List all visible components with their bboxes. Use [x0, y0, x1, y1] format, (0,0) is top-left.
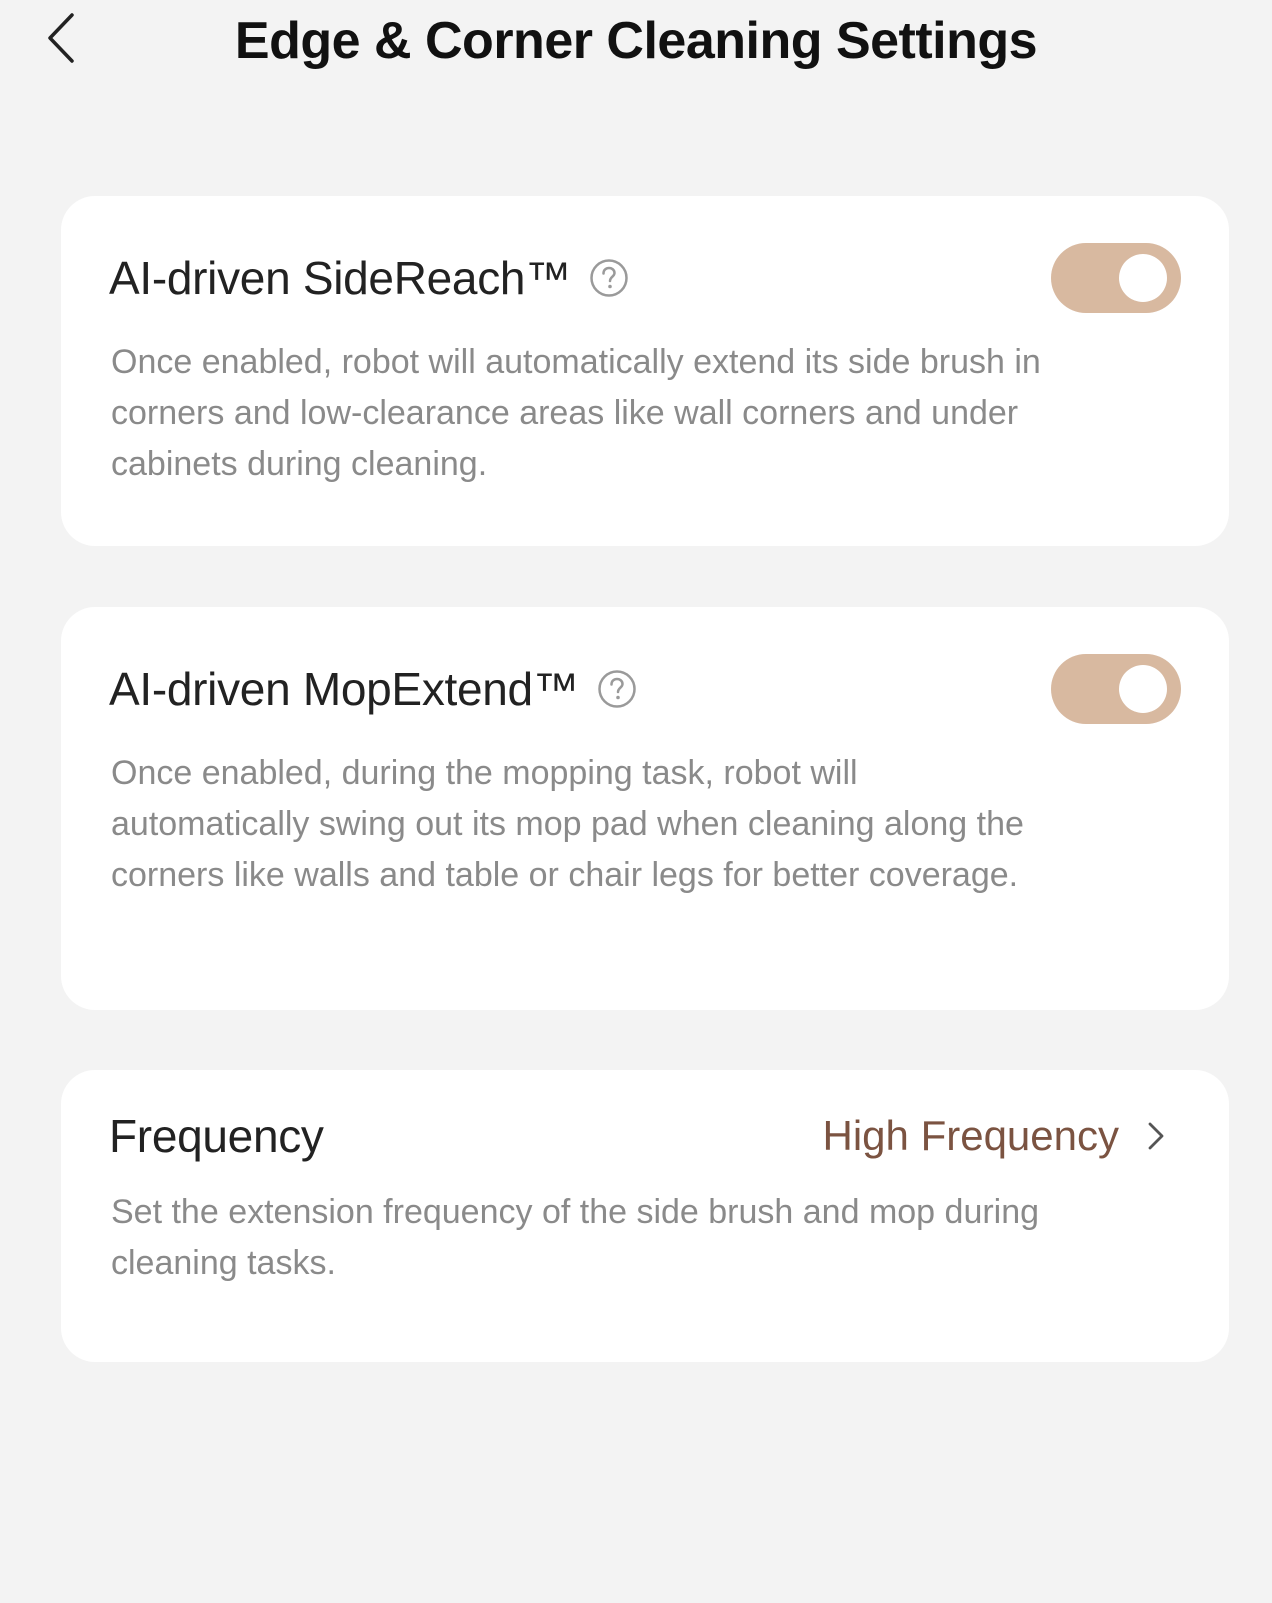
mopextend-title-row: AI-driven MopExtend™ — [109, 661, 637, 717]
help-circle-icon[interactable] — [589, 258, 629, 298]
toggle-knob — [1119, 254, 1167, 302]
sidereach-card: AI-driven SideReach™ Once enabled, robot… — [61, 196, 1229, 546]
header: Edge & Corner Cleaning Settings — [0, 0, 1272, 90]
frequency-card[interactable]: Frequency High Frequency Set the extensi… — [61, 1070, 1229, 1362]
sidereach-toggle[interactable] — [1051, 243, 1181, 313]
frequency-selector[interactable]: High Frequency — [823, 1108, 1169, 1164]
chevron-right-icon — [1147, 1121, 1169, 1151]
sidereach-title-row: AI-driven SideReach™ — [109, 250, 629, 306]
mopextend-card: AI-driven MopExtend™ Once enabled, durin… — [61, 607, 1229, 1010]
sidereach-title: AI-driven SideReach™ — [109, 252, 571, 304]
page-title: Edge & Corner Cleaning Settings — [234, 12, 1038, 70]
sidereach-description: Once enabled, robot will automatically e… — [111, 343, 1041, 483]
mopextend-toggle[interactable] — [1051, 654, 1181, 724]
frequency-value: High Frequency — [822, 1112, 1119, 1159]
mopextend-description: Once enabled, during the mopping task, r… — [111, 754, 1024, 894]
edge-corner-settings-screen: Edge & Corner Cleaning Settings AI-drive… — [0, 0, 1272, 1603]
frequency-label: Frequency — [109, 1110, 324, 1162]
frequency-description: Set the extension frequency of the side … — [111, 1193, 1040, 1282]
mopextend-title: AI-driven MopExtend™ — [109, 663, 579, 715]
frequency-title-row: Frequency — [109, 1108, 324, 1164]
toggle-knob — [1119, 665, 1167, 713]
help-circle-icon[interactable] — [597, 669, 637, 709]
